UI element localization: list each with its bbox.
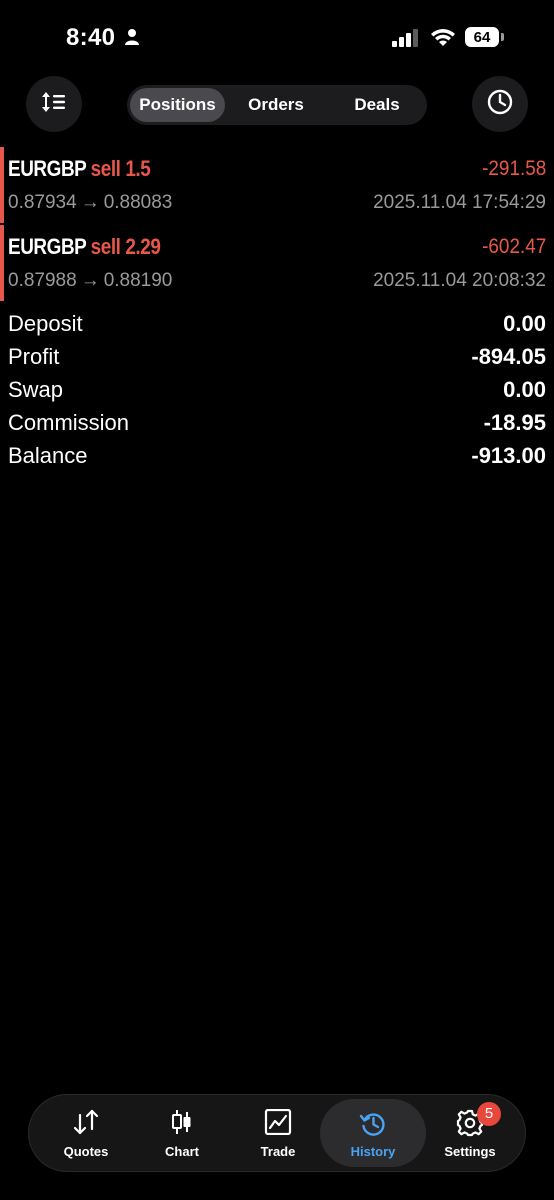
position-time: 2025.11.04 17:54:29 (373, 192, 546, 213)
summary-label: Deposit (8, 311, 83, 336)
tab-settings[interactable]: Settings (422, 1095, 518, 1171)
battery-tip (501, 33, 504, 41)
person-icon (124, 28, 140, 51)
quotes-arrows-icon (72, 1109, 100, 1140)
loss-indicator-bar (0, 147, 4, 223)
bottom-tab-bar: Quotes Chart Trade History Settings 5 (28, 1094, 526, 1172)
position-time: 2025.11.04 20:08:32 (373, 270, 546, 291)
summary-row-deposit: Deposit 0.00 (8, 311, 546, 344)
clock-icon (487, 89, 513, 120)
candlestick-icon (170, 1109, 194, 1140)
position-profit: -602.47 (481, 235, 546, 258)
price-arrow: → (80, 270, 100, 291)
trade-chart-icon (264, 1108, 292, 1140)
tab-quotes[interactable]: Quotes (38, 1095, 134, 1171)
summary-value: -913.00 (471, 443, 546, 468)
summary-label: Profit (8, 344, 60, 369)
position-type-volume: sell 2.29 (90, 234, 161, 259)
summary-label: Swap (8, 377, 64, 402)
wifi-icon (430, 27, 456, 52)
summary-value: 0.00 (503, 377, 546, 402)
tab-positions[interactable]: Positions (130, 88, 225, 122)
tab-label: Trade (260, 1144, 296, 1159)
loss-indicator-bar (0, 225, 4, 301)
tab-chart[interactable]: Chart (134, 1095, 230, 1171)
cellular-signal-icon (392, 29, 420, 52)
summary-row-profit: Profit -894.05 (8, 344, 546, 377)
tab-history[interactable]: History (320, 1099, 426, 1167)
close-price: 0.88083 (103, 192, 173, 213)
summary-label: Balance (8, 443, 88, 468)
position-row[interactable]: EURGBP sell 2.29 -602.47 0.87988 → 0.88190 … (0, 225, 554, 301)
tab-deals[interactable]: Deals (331, 88, 423, 122)
history-icon (359, 1111, 387, 1142)
open-price: 0.87934 (8, 192, 77, 213)
close-price: 0.88190 (103, 270, 173, 291)
settings-notification-badge: 5 (477, 1102, 501, 1126)
position-title: EURGBP sell 1.5 (8, 156, 151, 182)
period-button[interactable] (472, 76, 528, 132)
position-prices: 0.87934 → 0.88083 (8, 192, 172, 214)
battery-level: 64 (465, 27, 499, 47)
status-time: 8:40 (66, 24, 116, 51)
battery-indicator: 64 (465, 27, 505, 49)
summary-value: -894.05 (471, 344, 546, 369)
open-price: 0.87988 (8, 270, 77, 291)
summary-label: Commission (8, 410, 130, 435)
tab-label: Quotes (63, 1144, 109, 1159)
tab-label: History (350, 1144, 396, 1159)
tab-orders[interactable]: Orders (231, 88, 321, 122)
account-summary: Deposit 0.00 Profit -894.05 Swap 0.00 Co… (8, 311, 546, 476)
tab-label: Settings (444, 1144, 496, 1159)
tab-label: Chart (165, 1144, 199, 1159)
price-arrow: → (80, 192, 100, 213)
position-type-volume: sell 1.5 (90, 156, 151, 181)
summary-row-swap: Swap 0.00 (8, 377, 546, 410)
position-profit: -291.58 (481, 157, 546, 180)
tab-trade[interactable]: Trade (230, 1095, 326, 1171)
position-symbol: EURGBP (8, 156, 87, 181)
position-row[interactable]: EURGBP sell 1.5 -291.58 0.87934 → 0.88083 2… (0, 147, 554, 223)
status-bar: 8:40 64 (0, 0, 554, 76)
summary-row-commission: Commission -18.95 (8, 410, 546, 443)
summary-row-balance: Balance -913.00 (8, 443, 546, 476)
sort-button[interactable] (26, 76, 82, 132)
position-title: EURGBP sell 2.29 (8, 234, 161, 260)
summary-value: -18.95 (483, 410, 546, 435)
history-view-segmented-control: Positions Orders Deals (127, 85, 427, 125)
summary-value: 0.00 (503, 311, 546, 336)
sort-icon (41, 90, 67, 119)
position-prices: 0.87988 → 0.88190 (8, 270, 172, 292)
position-symbol: EURGBP (8, 234, 87, 259)
